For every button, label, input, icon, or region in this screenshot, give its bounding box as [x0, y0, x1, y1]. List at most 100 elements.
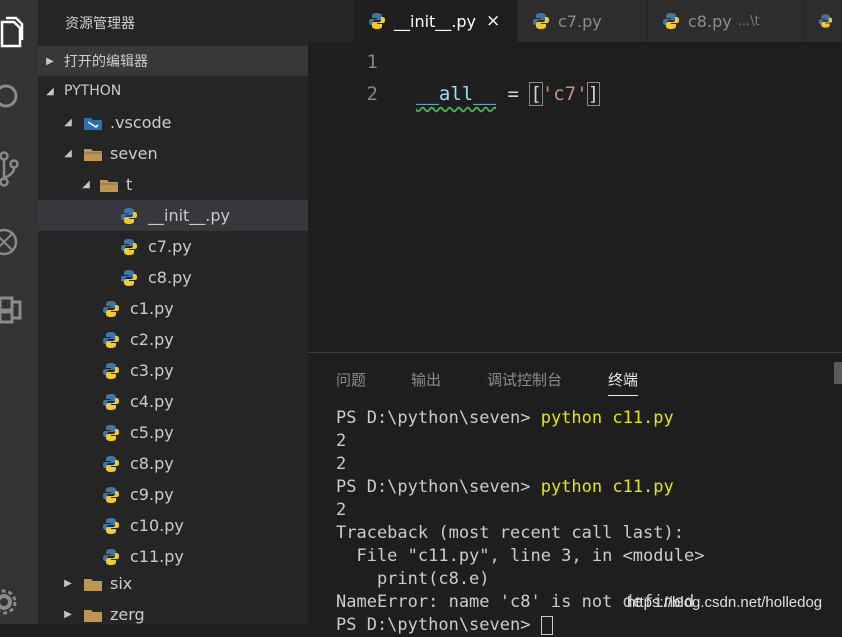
- tree-item-label: __init__.py: [148, 206, 231, 225]
- extensions-icon[interactable]: [0, 290, 38, 330]
- line-number: 2: [366, 83, 378, 105]
- tree-item-c7-py[interactable]: c7.py: [38, 231, 308, 262]
- chevron-down-icon: ◢: [82, 179, 90, 190]
- tree-item-label: c7.py: [148, 237, 192, 256]
- python-file-icon: [103, 548, 119, 565]
- tab-label: c8.py: [688, 11, 732, 31]
- tree-item-seven[interactable]: ◢ seven: [38, 138, 308, 169]
- python-file-icon: [103, 362, 119, 379]
- tree-item-c10-py[interactable]: c10.py: [38, 510, 308, 541]
- chevron-down-icon: ◢: [64, 117, 72, 128]
- tree-item-label: seven: [110, 144, 158, 163]
- tree-item-c8-py-root[interactable]: c8.py: [38, 448, 308, 479]
- tab-problems[interactable]: 问题: [336, 369, 366, 390]
- variable-token: __all__: [416, 83, 497, 105]
- terminal-cursor: [540, 615, 553, 635]
- tab-description: ...\t: [737, 13, 760, 29]
- close-icon[interactable]: ×: [486, 11, 500, 31]
- bracket-token: [: [529, 82, 543, 106]
- tree-item-c5-py[interactable]: c5.py: [38, 417, 308, 448]
- debug-icon[interactable]: [0, 222, 38, 262]
- tree-item-zerg[interactable]: ▶ zerg: [38, 599, 308, 630]
- source-control-icon[interactable]: [0, 150, 38, 190]
- terminal-line: 2: [336, 454, 347, 474]
- project-label: PYTHON: [64, 83, 122, 99]
- terminal-line: 2: [336, 431, 347, 451]
- vscode-folder-icon: [84, 117, 102, 130]
- folder-open-icon: [84, 148, 102, 161]
- python-file-icon: [663, 13, 679, 29]
- tree-item-label: c9.py: [130, 485, 174, 504]
- bracket-token: ]: [586, 82, 601, 106]
- tree-item-label: c3.py: [130, 361, 174, 380]
- open-editors-section[interactable]: ▶ 打开的编辑器: [38, 46, 308, 76]
- panel-tabs: 问题 输出 调试控制台 终端: [308, 353, 842, 405]
- watermark: https://blog.csdn.net/holledog: [627, 594, 823, 611]
- bottom-panel: 问题 输出 调试控制台 终端 PS D:\python\seven> pytho…: [308, 352, 842, 635]
- python-file-icon: [103, 517, 119, 534]
- terminal-line: PS D:\python\seven>: [336, 614, 836, 637]
- activity-bar: [0, 0, 38, 624]
- tree-item-vscode[interactable]: ◢ .vscode: [38, 107, 308, 138]
- tree-item-c4-py[interactable]: c4.py: [38, 386, 308, 417]
- tree-item-c8-py[interactable]: c8.py: [38, 262, 308, 293]
- python-file-icon: [369, 13, 385, 29]
- open-editors-label: 打开的编辑器: [64, 54, 148, 70]
- panel-scrollbar[interactable]: [834, 362, 842, 384]
- python-file-icon: [121, 238, 137, 255]
- tab-c8-py[interactable]: c8.py ...\t: [648, 0, 804, 42]
- tab-c7-py[interactable]: c7.py: [518, 0, 648, 42]
- tab-terminal[interactable]: 终端: [608, 369, 639, 396]
- tree-item-label: six: [110, 574, 133, 593]
- tree-item-c3-py[interactable]: c3.py: [38, 355, 308, 386]
- python-file-icon: [818, 14, 833, 28]
- terminal-line: PS D:\python\seven> python c11.py: [336, 476, 836, 499]
- search-icon[interactable]: [0, 76, 38, 116]
- tree-item-c9-py[interactable]: c9.py: [38, 479, 308, 510]
- tree-item-label: c8.py: [148, 268, 192, 287]
- tree-item-six[interactable]: ▶ six: [38, 568, 308, 599]
- python-file-icon: [103, 393, 119, 410]
- tree-item-label: zerg: [110, 605, 145, 624]
- terminal-line: Traceback (most recent call last):: [336, 523, 684, 543]
- python-file-icon: [103, 486, 119, 503]
- python-file-icon: [103, 455, 119, 472]
- terminal-command: python c11.py: [540, 408, 674, 428]
- terminal-prompt: PS D:\python\seven>: [336, 615, 541, 635]
- python-file-icon: [121, 207, 137, 224]
- code-content: __all__ = ['c7']: [416, 82, 601, 106]
- tree-item-label: c4.py: [130, 392, 174, 411]
- tree-item-label: c5.py: [130, 423, 174, 442]
- code-line: 1: [308, 46, 842, 78]
- files-icon[interactable]: [0, 12, 38, 52]
- python-file-icon: [103, 331, 119, 348]
- explorer-title: 资源管理器: [65, 16, 135, 32]
- chevron-down-icon: ◢: [46, 85, 54, 97]
- tree-item-c1-py[interactable]: c1.py: [38, 293, 308, 324]
- python-file-icon: [103, 424, 119, 441]
- tab-output[interactable]: 输出: [411, 369, 441, 390]
- folder-open-icon: [100, 179, 118, 192]
- code-editor[interactable]: 1 2 __all__ = ['c7']: [308, 42, 842, 352]
- tree-item-label: c2.py: [130, 330, 174, 349]
- project-section[interactable]: ◢ PYTHON: [38, 76, 308, 106]
- terminal-command: python c11.py: [540, 477, 674, 497]
- folder-icon: [84, 578, 102, 591]
- terminal-line: 2: [336, 500, 347, 520]
- tab-init-py[interactable]: __init__.py ×: [354, 0, 518, 42]
- tab-overflow[interactable]: [804, 0, 842, 42]
- tree-item-label: c11.py: [130, 547, 184, 566]
- settings-gear-icon[interactable]: [0, 580, 38, 620]
- chevron-right-icon: ▶: [46, 55, 54, 67]
- python-file-icon: [103, 300, 119, 317]
- tab-debug-console[interactable]: 调试控制台: [487, 369, 562, 390]
- tree-item-t[interactable]: ◢ t: [38, 169, 308, 200]
- tab-label: __init__.py: [394, 11, 477, 31]
- tree-item-c2-py[interactable]: c2.py: [38, 324, 308, 355]
- chevron-right-icon: ▶: [64, 609, 72, 620]
- tree-item-label: .vscode: [110, 113, 172, 132]
- tree-item-init-py[interactable]: __init__.py: [38, 200, 308, 231]
- tree-item-label: c1.py: [130, 299, 174, 318]
- python-file-icon: [121, 269, 137, 286]
- terminal-prompt: PS D:\python\seven>: [336, 477, 541, 497]
